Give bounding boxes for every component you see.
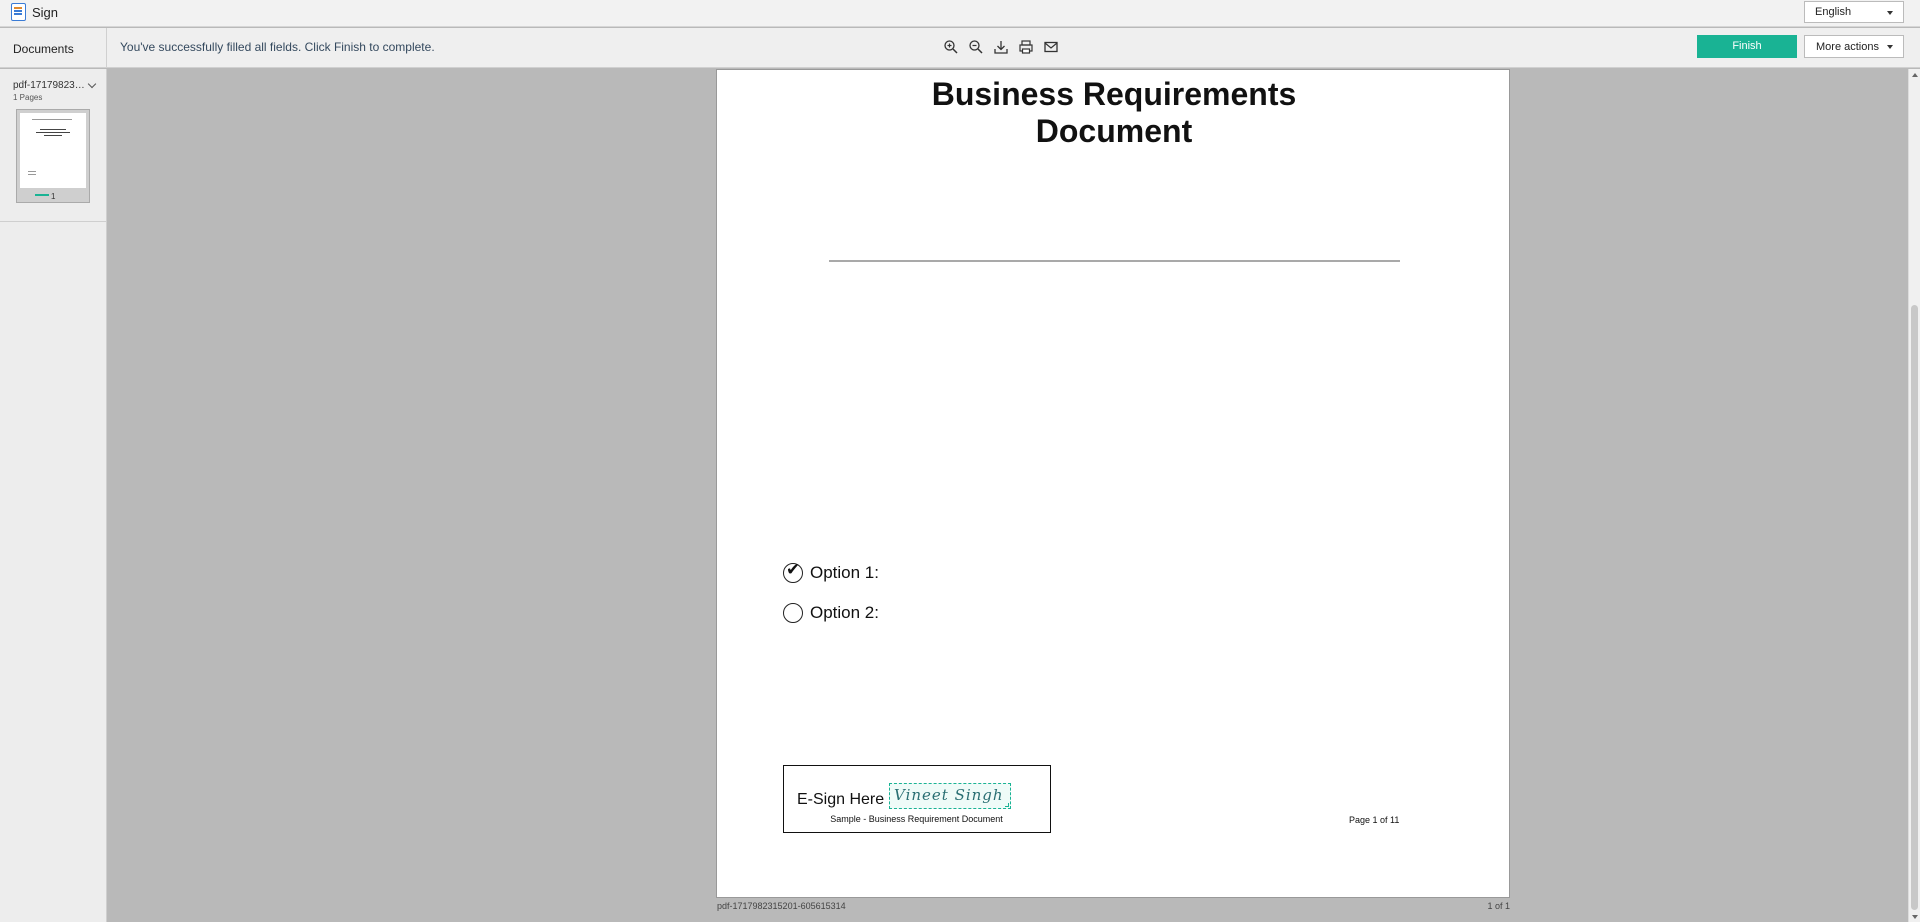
language-select[interactable]: English	[1804, 1, 1904, 23]
caret-down-icon	[1887, 45, 1893, 49]
document-viewer[interactable]: Business Requirements Document ✔ Option …	[108, 69, 1908, 922]
scroll-down-arrow-icon[interactable]	[1912, 915, 1918, 919]
scrollbar-thumb[interactable]	[1911, 305, 1918, 910]
zoom-in-icon[interactable]	[943, 39, 959, 55]
chevron-down-icon[interactable]	[87, 79, 97, 89]
more-actions-label: More actions	[1816, 41, 1879, 53]
status-message: You've successfully filled all fields. C…	[120, 40, 435, 54]
thumbnail-progress-bar	[35, 194, 49, 196]
title-bar: Sign English	[0, 0, 1920, 27]
window-title: Sign	[32, 5, 59, 20]
print-icon[interactable]	[1018, 39, 1034, 55]
option-1: ✔ Option 1:	[783, 560, 879, 583]
page-thumbnail[interactable]: 1	[16, 109, 90, 203]
pdf-page: Business Requirements Document ✔ Option …	[716, 69, 1510, 898]
vertical-scrollbar[interactable]	[1908, 69, 1920, 922]
horizontal-rule	[829, 260, 1400, 262]
signature-field[interactable]: Vineet Singh	[889, 783, 1011, 809]
signature-caption: Sample - Business Requirement Document	[830, 814, 1003, 824]
email-icon[interactable]	[1043, 39, 1059, 55]
viewer-tools	[943, 39, 1059, 55]
option-1-label: Option 1:	[810, 563, 879, 582]
option-2-radio[interactable]	[783, 603, 803, 623]
zoom-out-icon[interactable]	[968, 39, 984, 55]
checkmark-icon: ✔	[786, 560, 801, 579]
thumbnail-page-number: 1	[51, 192, 56, 201]
scroll-up-arrow-icon[interactable]	[1912, 73, 1918, 77]
documents-sidebar: pdf-171798231… 1 Pages 1	[0, 69, 107, 922]
signature-text: Vineet Singh	[894, 786, 1004, 804]
signature-box: E-Sign Here Vineet Singh Sample - Busine…	[783, 765, 1051, 833]
thumbnail-preview	[20, 113, 86, 188]
option-2: Option 2:	[783, 603, 879, 623]
document-page-count: 1 Pages	[13, 93, 43, 102]
document-title-line2: Document	[1035, 113, 1193, 149]
caret-down-icon	[1887, 11, 1893, 15]
document-name: pdf-171798231…	[13, 80, 87, 91]
option-1-radio[interactable]: ✔	[783, 560, 803, 583]
document-entry[interactable]: pdf-171798231… 1 Pages 1	[0, 69, 106, 222]
download-icon[interactable]	[993, 39, 1009, 55]
documents-tab[interactable]: Documents	[0, 28, 107, 68]
document-sign-icon	[11, 3, 26, 21]
finish-button[interactable]: Finish	[1697, 35, 1797, 58]
footer-file-name: pdf-1717982315201-605615314	[717, 901, 846, 911]
option-2-label: Option 2:	[810, 603, 879, 622]
language-selected: English	[1815, 6, 1852, 18]
esign-label: E-Sign Here	[797, 791, 885, 808]
more-actions-button[interactable]: More actions	[1804, 35, 1904, 58]
resize-handle-icon[interactable]	[1005, 803, 1009, 807]
document-title-line1: Business Requirements	[931, 76, 1297, 112]
footer-page-count: 1 of 1	[1487, 901, 1510, 911]
page-number-label: Page 1 of 11	[1349, 815, 1400, 825]
toolbar: Documents You've successfully filled all…	[0, 28, 1920, 68]
